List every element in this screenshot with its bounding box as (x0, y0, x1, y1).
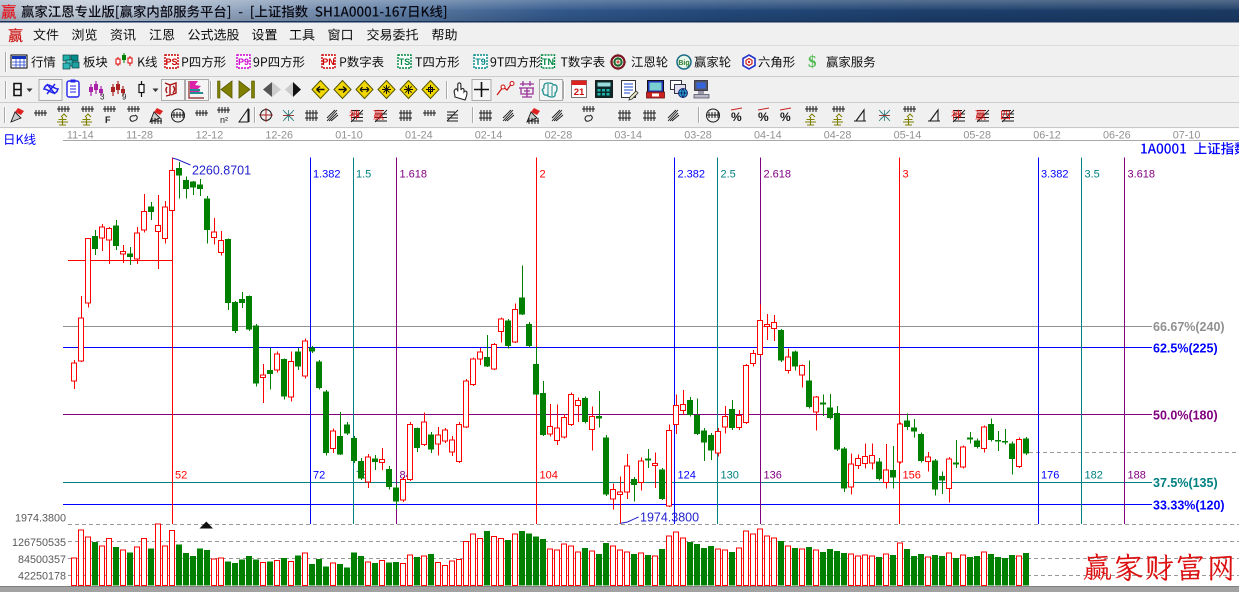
svg-text:12-12: 12-12 (196, 130, 224, 142)
svg-text:1.5: 1.5 (356, 169, 371, 181)
svg-text:2.618: 2.618 (764, 169, 792, 181)
svg-text:37.5%(135): 37.5%(135) (1153, 476, 1218, 490)
svg-text:188: 188 (1128, 470, 1146, 482)
svg-text:33.33%(120): 33.33%(120) (1153, 498, 1225, 512)
svg-text:2260.8701: 2260.8701 (192, 164, 251, 178)
svg-text:182: 182 (1085, 470, 1103, 482)
svg-text:06-26: 06-26 (1103, 130, 1131, 142)
svg-text:176: 176 (1041, 470, 1059, 482)
svg-text:F: F (105, 115, 111, 125)
svg-text:3.5: 3.5 (1085, 169, 1100, 181)
svg-text:04-28: 04-28 (824, 130, 852, 142)
svg-text:01-10: 01-10 (335, 130, 363, 142)
svg-text:130: 130 (721, 470, 739, 482)
svg-text:T9: T9 (475, 57, 486, 67)
svg-text:05-28: 05-28 (963, 130, 991, 142)
svg-text:1974.3800: 1974.3800 (15, 513, 66, 525)
svg-text:66.67%(240): 66.67%(240) (1153, 320, 1225, 334)
svg-text:TN: TN (542, 57, 554, 67)
svg-text:11-14: 11-14 (67, 130, 94, 142)
svg-text:3: 3 (903, 169, 909, 181)
svg-text:2.5: 2.5 (721, 169, 736, 181)
svg-text:11-28: 11-28 (126, 130, 153, 142)
svg-text:04-14: 04-14 (754, 130, 782, 142)
svg-text:PS: PS (165, 57, 177, 67)
svg-text:P9: P9 (238, 57, 249, 67)
svg-text:156: 156 (903, 470, 921, 482)
svg-text:07-10: 07-10 (1173, 130, 1201, 142)
svg-text:3.382: 3.382 (1041, 169, 1069, 181)
svg-text:06-12: 06-12 (1033, 130, 1061, 142)
svg-text:%: % (780, 110, 791, 124)
svg-text:126750535: 126750535 (12, 537, 66, 549)
svg-text:42250178: 42250178 (18, 570, 66, 582)
svg-text:2: 2 (540, 169, 546, 181)
svg-text:%: % (758, 110, 769, 124)
svg-text:05-14: 05-14 (894, 130, 922, 142)
svg-text:PN: PN (322, 57, 335, 67)
svg-text:9: 9 (122, 93, 127, 102)
svg-text:2.382: 2.382 (678, 169, 706, 181)
svg-text:52: 52 (175, 470, 187, 482)
svg-text:n²: n² (220, 115, 228, 125)
svg-text:136: 136 (764, 470, 782, 482)
svg-text:02-28: 02-28 (545, 130, 573, 142)
svg-text:1.382: 1.382 (313, 169, 341, 181)
svg-text:12-26: 12-26 (265, 130, 293, 142)
svg-text:1974.3800: 1974.3800 (640, 511, 699, 525)
svg-text:50.0%(180): 50.0%(180) (1153, 409, 1218, 423)
svg-text:84500357: 84500357 (18, 554, 66, 566)
svg-text:03-28: 03-28 (684, 130, 712, 142)
svg-text:TS: TS (399, 57, 411, 67)
svg-text:3.618: 3.618 (1128, 169, 1156, 181)
svg-text:62.5%(225): 62.5%(225) (1153, 342, 1218, 356)
svg-text:01-24: 01-24 (405, 130, 433, 142)
svg-text:21: 21 (574, 87, 585, 98)
svg-text:%: % (731, 110, 742, 124)
svg-text:02-14: 02-14 (475, 130, 503, 142)
svg-text:1.618: 1.618 (400, 169, 428, 181)
svg-text:03-14: 03-14 (614, 130, 642, 142)
svg-text:3: 3 (100, 93, 105, 102)
svg-text:124: 124 (678, 470, 696, 482)
svg-text:$: $ (808, 52, 817, 71)
svg-text:104: 104 (540, 470, 558, 482)
svg-text:72: 72 (313, 470, 325, 482)
svg-text:Big: Big (678, 60, 689, 67)
